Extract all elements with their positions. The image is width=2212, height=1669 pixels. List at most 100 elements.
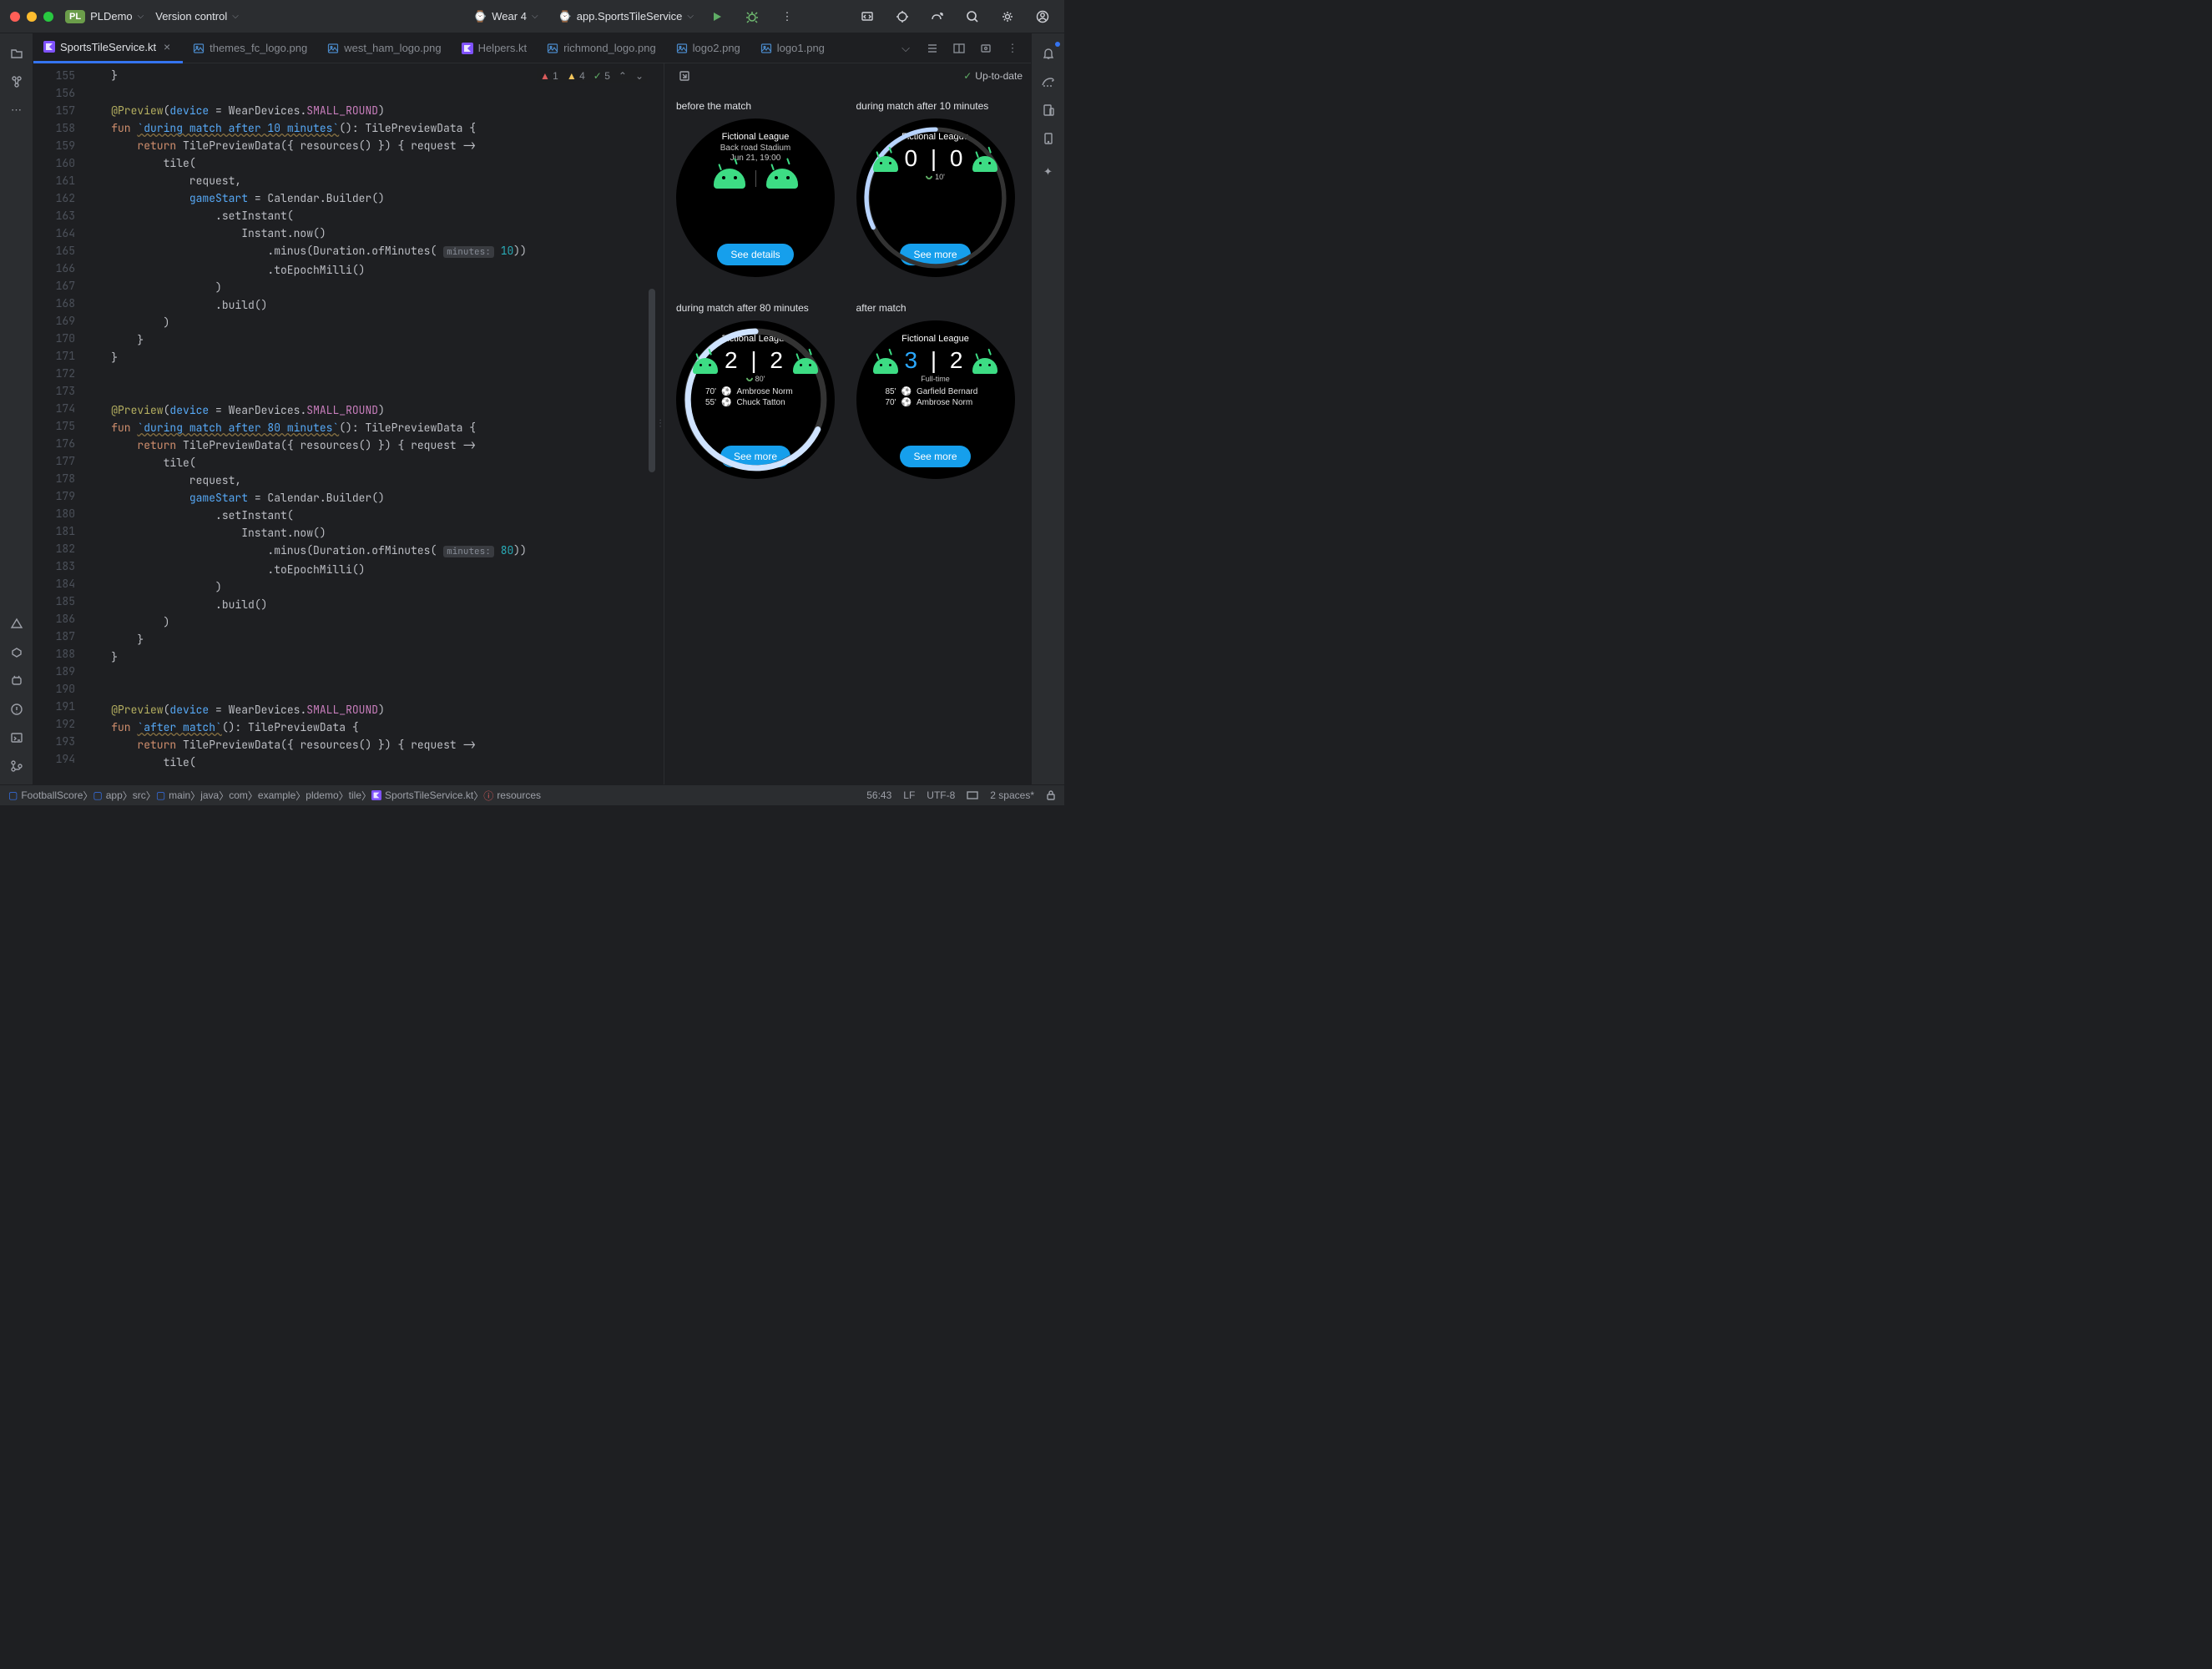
editor-tab[interactable]: west_ham_logo.png: [317, 33, 451, 63]
code-area[interactable]: } @Preview(device = WearDevices.SMALL_RO…: [85, 63, 657, 784]
breadcrumb-item[interactable]: ⓘ resources: [483, 789, 541, 803]
breadcrumbs[interactable]: ▢ FootballScore〉▢ app〉src〉▢ main〉java〉co…: [8, 789, 541, 803]
logcat-tool-icon[interactable]: [5, 669, 28, 693]
list-view-icon[interactable]: [921, 37, 944, 60]
gradle-icon[interactable]: [1037, 70, 1060, 93]
run-config-dropdown[interactable]: app.SportsTileService: [577, 10, 694, 23]
preview-item[interactable]: during match after 10 minutes Fictional …: [856, 100, 1020, 277]
caret-position[interactable]: 56:43: [866, 789, 891, 801]
preview-label: after match: [856, 302, 907, 314]
watch-preview: Fictional League 3 | 2Full-time 85'Garfi…: [856, 320, 1015, 479]
android-logo-icon: [972, 156, 997, 172]
breadcrumb-item[interactable]: example: [258, 789, 295, 801]
see-more-button[interactable]: See more: [900, 446, 970, 467]
services-tool-icon[interactable]: [5, 641, 28, 664]
preview-label: during match after 80 minutes: [676, 302, 809, 314]
preview-item[interactable]: during match after 80 minutes Fictional …: [676, 302, 840, 479]
breadcrumb-item[interactable]: java: [200, 789, 219, 801]
editor-tab[interactable]: Helpers.kt: [452, 33, 538, 63]
breadcrumb-item[interactable]: com: [229, 789, 248, 801]
tab-indicator-icon[interactable]: [967, 790, 978, 800]
editor-tab[interactable]: logo2.png: [666, 33, 750, 63]
debug-button[interactable]: [740, 5, 764, 28]
line-ending[interactable]: LF: [903, 789, 915, 801]
vcs-tool-icon[interactable]: [5, 754, 28, 778]
editor-tab[interactable]: richmond_logo.png: [537, 33, 666, 63]
toolbar-icon-2[interactable]: [926, 5, 949, 28]
image-file-icon: [327, 43, 339, 54]
titlebar: PL PLDemo Version control ⌚ Wear 4 ⌚ app…: [0, 0, 1064, 33]
search-icon[interactable]: [961, 5, 984, 28]
breadcrumb-item[interactable]: src: [133, 789, 146, 801]
tab-more-icon[interactable]: ⋮: [1001, 37, 1024, 60]
breadcrumb-item[interactable]: ▢ app: [93, 789, 122, 801]
breadcrumb-item[interactable]: ▢ main: [156, 789, 190, 801]
toolbar-icon-1[interactable]: [891, 5, 914, 28]
android-logo-icon: [766, 169, 798, 189]
breadcrumb-item[interactable]: tile: [349, 789, 361, 801]
chevron-down-icon[interactable]: ⌵: [894, 37, 917, 60]
editor-tab[interactable]: SportsTileService.kt×: [33, 33, 183, 63]
settings-icon[interactable]: [996, 5, 1019, 28]
see-details-button[interactable]: See details: [717, 244, 793, 265]
android-logo-icon: [873, 358, 898, 374]
build-tool-icon[interactable]: [5, 613, 28, 636]
run-button[interactable]: [705, 5, 729, 28]
breadcrumb-item[interactable]: pldemo: [306, 789, 338, 801]
inspection-widget[interactable]: ▲ 1 ▲ 4 ✓ 5 ⌃⌄: [537, 68, 647, 83]
left-toolbar: ⋯: [0, 33, 33, 784]
tab-label: themes_fc_logo.png: [210, 42, 307, 54]
split-view-icon[interactable]: [947, 37, 971, 60]
structure-tool-icon[interactable]: [5, 70, 28, 93]
indent[interactable]: 2 spaces*: [990, 789, 1034, 801]
ai-assistant-icon[interactable]: ✦: [1037, 160, 1060, 184]
vcs-dropdown[interactable]: Version control: [155, 10, 239, 23]
breadcrumb-item[interactable]: SportsTileService.kt: [371, 789, 473, 801]
notifications-icon[interactable]: [1037, 42, 1060, 65]
window-controls[interactable]: [10, 12, 53, 22]
line-gutter[interactable]: 155 156 157 158 159 160 161 162 163 164 …: [33, 63, 85, 784]
image-file-icon: [760, 43, 772, 54]
project-tool-icon[interactable]: [5, 42, 28, 65]
more-tool-icon[interactable]: ⋯: [5, 98, 28, 122]
status-bar: ▢ FootballScore〉▢ app〉src〉▢ main〉java〉co…: [0, 784, 1064, 805]
image-file-icon: [547, 43, 558, 54]
breadcrumb-item[interactable]: ▢ FootballScore: [8, 789, 83, 801]
encoding[interactable]: UTF-8: [927, 789, 955, 801]
project-dropdown[interactable]: PLDemo: [90, 10, 144, 23]
device-dropdown[interactable]: Wear 4: [492, 10, 538, 23]
terminal-tool-icon[interactable]: [5, 726, 28, 749]
more-actions-icon[interactable]: ⋮: [775, 5, 799, 28]
wear-icon: ⌚: [558, 10, 572, 23]
project-badge: PL: [65, 10, 85, 23]
android-logo-icon: [793, 358, 818, 374]
preview-view-icon[interactable]: [974, 37, 997, 60]
preview-item[interactable]: after match Fictional League 3 | 2Full-ti…: [856, 302, 1020, 479]
close-icon[interactable]: ×: [161, 40, 173, 53]
code-with-me-icon[interactable]: [856, 5, 879, 28]
image-file-icon: [676, 43, 688, 54]
account-icon[interactable]: [1031, 5, 1054, 28]
image-file-icon: [193, 43, 205, 54]
editor-tab[interactable]: logo1.png: [750, 33, 835, 63]
preview-panel: Up-to-date before the matchFictional Lea…: [664, 63, 1031, 784]
emulator-icon[interactable]: [1037, 127, 1060, 150]
preview-refresh-icon[interactable]: [673, 64, 696, 88]
tab-label: richmond_logo.png: [563, 42, 656, 54]
kotlin-file-icon: [43, 41, 55, 53]
code-editor[interactable]: ▲ 1 ▲ 4 ✓ 5 ⌃⌄ 155 156 157 158 159 160 1…: [33, 63, 657, 784]
editor-tabs: SportsTileService.kt× themes_fc_logo.png w…: [33, 33, 1031, 63]
preview-status: Up-to-date: [963, 70, 1023, 82]
right-toolbar: ✦: [1031, 33, 1064, 784]
kotlin-file-icon: [462, 43, 473, 54]
preview-item[interactable]: before the matchFictional LeagueBack roa…: [676, 100, 840, 277]
tab-label: logo2.png: [693, 42, 740, 54]
problems-tool-icon[interactable]: [5, 698, 28, 721]
watch-preview: Fictional League 0 | 0 10' See more: [856, 118, 1015, 277]
editor-tab[interactable]: themes_fc_logo.png: [183, 33, 317, 63]
splitter[interactable]: ⫶: [657, 63, 664, 784]
device-manager-icon[interactable]: [1037, 98, 1060, 122]
scrollbar[interactable]: [649, 289, 655, 472]
readonly-lock-icon[interactable]: [1046, 789, 1056, 801]
tab-label: logo1.png: [777, 42, 825, 54]
